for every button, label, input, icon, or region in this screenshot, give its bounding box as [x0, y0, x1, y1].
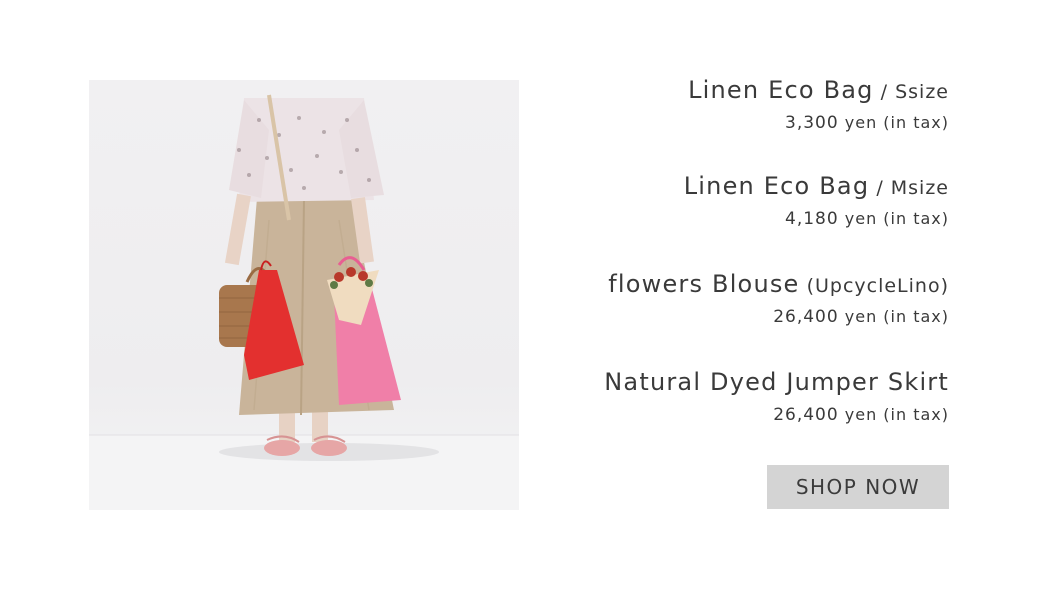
product-list: Linen Eco Bag / Ssize 3,300 yen (in tax)…: [549, 72, 949, 458]
price-unit: yen (in tax): [838, 209, 949, 228]
price-value: 26,400: [773, 307, 839, 327]
price-value: 3,300: [785, 113, 839, 133]
product-name-text: Linen Eco Bag: [688, 76, 874, 104]
price-unit: yen (in tax): [838, 307, 949, 326]
price-value: 26,400: [773, 405, 839, 425]
product-size: / Msize: [869, 177, 949, 199]
product-name-text: flowers Blouse: [608, 270, 800, 298]
price-unit: yen (in tax): [838, 405, 949, 424]
product-photo[interactable]: [89, 80, 519, 510]
product-name[interactable]: Linen Eco Bag / Ssize: [549, 72, 949, 110]
product-name[interactable]: Natural Dyed Jumper Skirt: [549, 364, 949, 402]
shop-now-button[interactable]: SHOP NOW: [767, 465, 949, 509]
product-item: Natural Dyed Jumper Skirt 26,400 yen (in…: [549, 364, 949, 428]
product-name[interactable]: Linen Eco Bag / Msize: [549, 168, 949, 206]
product-price: 3,300 yen (in tax): [549, 110, 949, 136]
product-price: 26,400 yen (in tax): [549, 402, 949, 428]
product-price: 26,400 yen (in tax): [549, 304, 949, 330]
product-price: 4,180 yen (in tax): [549, 206, 949, 232]
price-value: 4,180: [785, 209, 839, 229]
product-size: / Ssize: [873, 81, 949, 103]
product-item: flowers Blouse (UpcycleLino) 26,400 yen …: [549, 266, 949, 330]
product-name[interactable]: flowers Blouse (UpcycleLino): [549, 266, 949, 304]
product-item: Linen Eco Bag / Msize 4,180 yen (in tax): [549, 168, 949, 232]
product-variant: (UpcycleLino): [799, 275, 949, 297]
product-name-text: Linen Eco Bag: [683, 172, 870, 200]
product-item: Linen Eco Bag / Ssize 3,300 yen (in tax): [549, 72, 949, 136]
product-name-text: Natural Dyed Jumper Skirt: [604, 368, 949, 396]
price-unit: yen (in tax): [838, 113, 949, 132]
